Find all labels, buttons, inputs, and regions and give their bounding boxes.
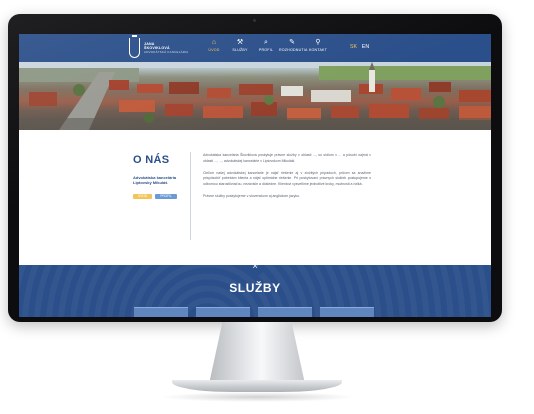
- site-header: JANA ŠKOVIKLOVÁ ADVOKÁTSKÁ KANCELÁRIA ⌂ …: [19, 34, 491, 62]
- town-aerial-photo: [19, 62, 491, 130]
- about-tags: ÚVOD PROFIL: [133, 194, 180, 199]
- lang-en[interactable]: EN: [362, 44, 369, 50]
- nav-label: PROFIL: [258, 48, 274, 52]
- about-paragraph: Cieľom našej advokátskej kancelárie je n…: [203, 170, 371, 187]
- service-cards: [134, 307, 382, 317]
- gavel-icon: ⚒: [236, 39, 244, 46]
- nav-item-sluzby[interactable]: ⚒ SLUŽBY: [227, 38, 253, 53]
- pen-icon: ✎: [289, 39, 295, 46]
- nav-label: ÚVOD: [208, 48, 220, 52]
- about-text: Advokátska kancelária Škoviklová poskytu…: [203, 153, 371, 206]
- monitor-stand: [209, 322, 305, 384]
- about-section: O NÁS Advokátska kancelária Liptovský Mi…: [19, 130, 491, 265]
- service-card[interactable]: [134, 307, 188, 317]
- about-subtitle: Advokátska kancelária Liptovský Mikuláš: [133, 175, 177, 186]
- search-icon: ⌕: [264, 39, 268, 46]
- tag-profil[interactable]: PROFIL: [155, 194, 177, 199]
- nav-item-rozhodnutia[interactable]: ✎ ROZHODNUTIA: [279, 38, 308, 53]
- logo-mark: [129, 35, 140, 58]
- nav-label: KONTAKT: [308, 48, 328, 52]
- nav-item-profil[interactable]: ⌕ PROFIL: [253, 38, 279, 53]
- hero-image: [19, 62, 491, 130]
- nav-item-uvod[interactable]: ⌂ ÚVOD: [201, 38, 227, 53]
- stand-shadow: [160, 392, 356, 402]
- services-section: ⚒ SLUŽBY: [19, 265, 491, 317]
- about-paragraph: Advokátska kancelária Škoviklová poskytu…: [203, 153, 371, 163]
- lang-sk[interactable]: SK: [350, 44, 357, 50]
- monitor-base: [172, 380, 342, 392]
- site-logo[interactable]: JANA ŠKOVIKLOVÁ ADVOKÁTSKÁ KANCELÁRIA: [129, 35, 188, 58]
- nav-item-kontakt[interactable]: ⚲ KONTAKT: [305, 38, 331, 53]
- tag-uvod[interactable]: ÚVOD: [133, 194, 153, 199]
- location-pin-icon: ⚲: [315, 39, 321, 46]
- service-card[interactable]: [196, 307, 250, 317]
- screen: JANA ŠKOVIKLOVÁ ADVOKÁTSKÁ KANCELÁRIA ⌂ …: [19, 34, 491, 317]
- webcam: [253, 19, 256, 22]
- divider: [190, 152, 191, 240]
- home-icon: ⌂: [211, 39, 217, 46]
- about-title: O NÁS: [133, 154, 170, 166]
- main-nav: ⌂ ÚVOD ⚒ SLUŽBY ⌕ PROFIL ✎ ROZHODNUTIA ⚲: [201, 38, 331, 53]
- nav-label: SLUŽBY: [232, 48, 248, 52]
- monitor-frame: JANA ŠKOVIKLOVÁ ADVOKÁTSKÁ KANCELÁRIA ⌂ …: [8, 14, 502, 322]
- nav-label: ROZHODNUTIA: [279, 48, 308, 52]
- service-card[interactable]: [320, 307, 374, 317]
- service-card[interactable]: [258, 307, 312, 317]
- services-title: SLUŽBY: [229, 281, 281, 295]
- logo-text: JANA ŠKOVIKLOVÁ ADVOKÁTSKÁ KANCELÁRIA: [144, 42, 188, 55]
- logo-line: ADVOKÁTSKÁ KANCELÁRIA: [144, 50, 189, 55]
- about-paragraph: Právne služby poskytujeme v slovenskom a…: [203, 193, 301, 198]
- language-switcher: SK EN: [350, 44, 374, 50]
